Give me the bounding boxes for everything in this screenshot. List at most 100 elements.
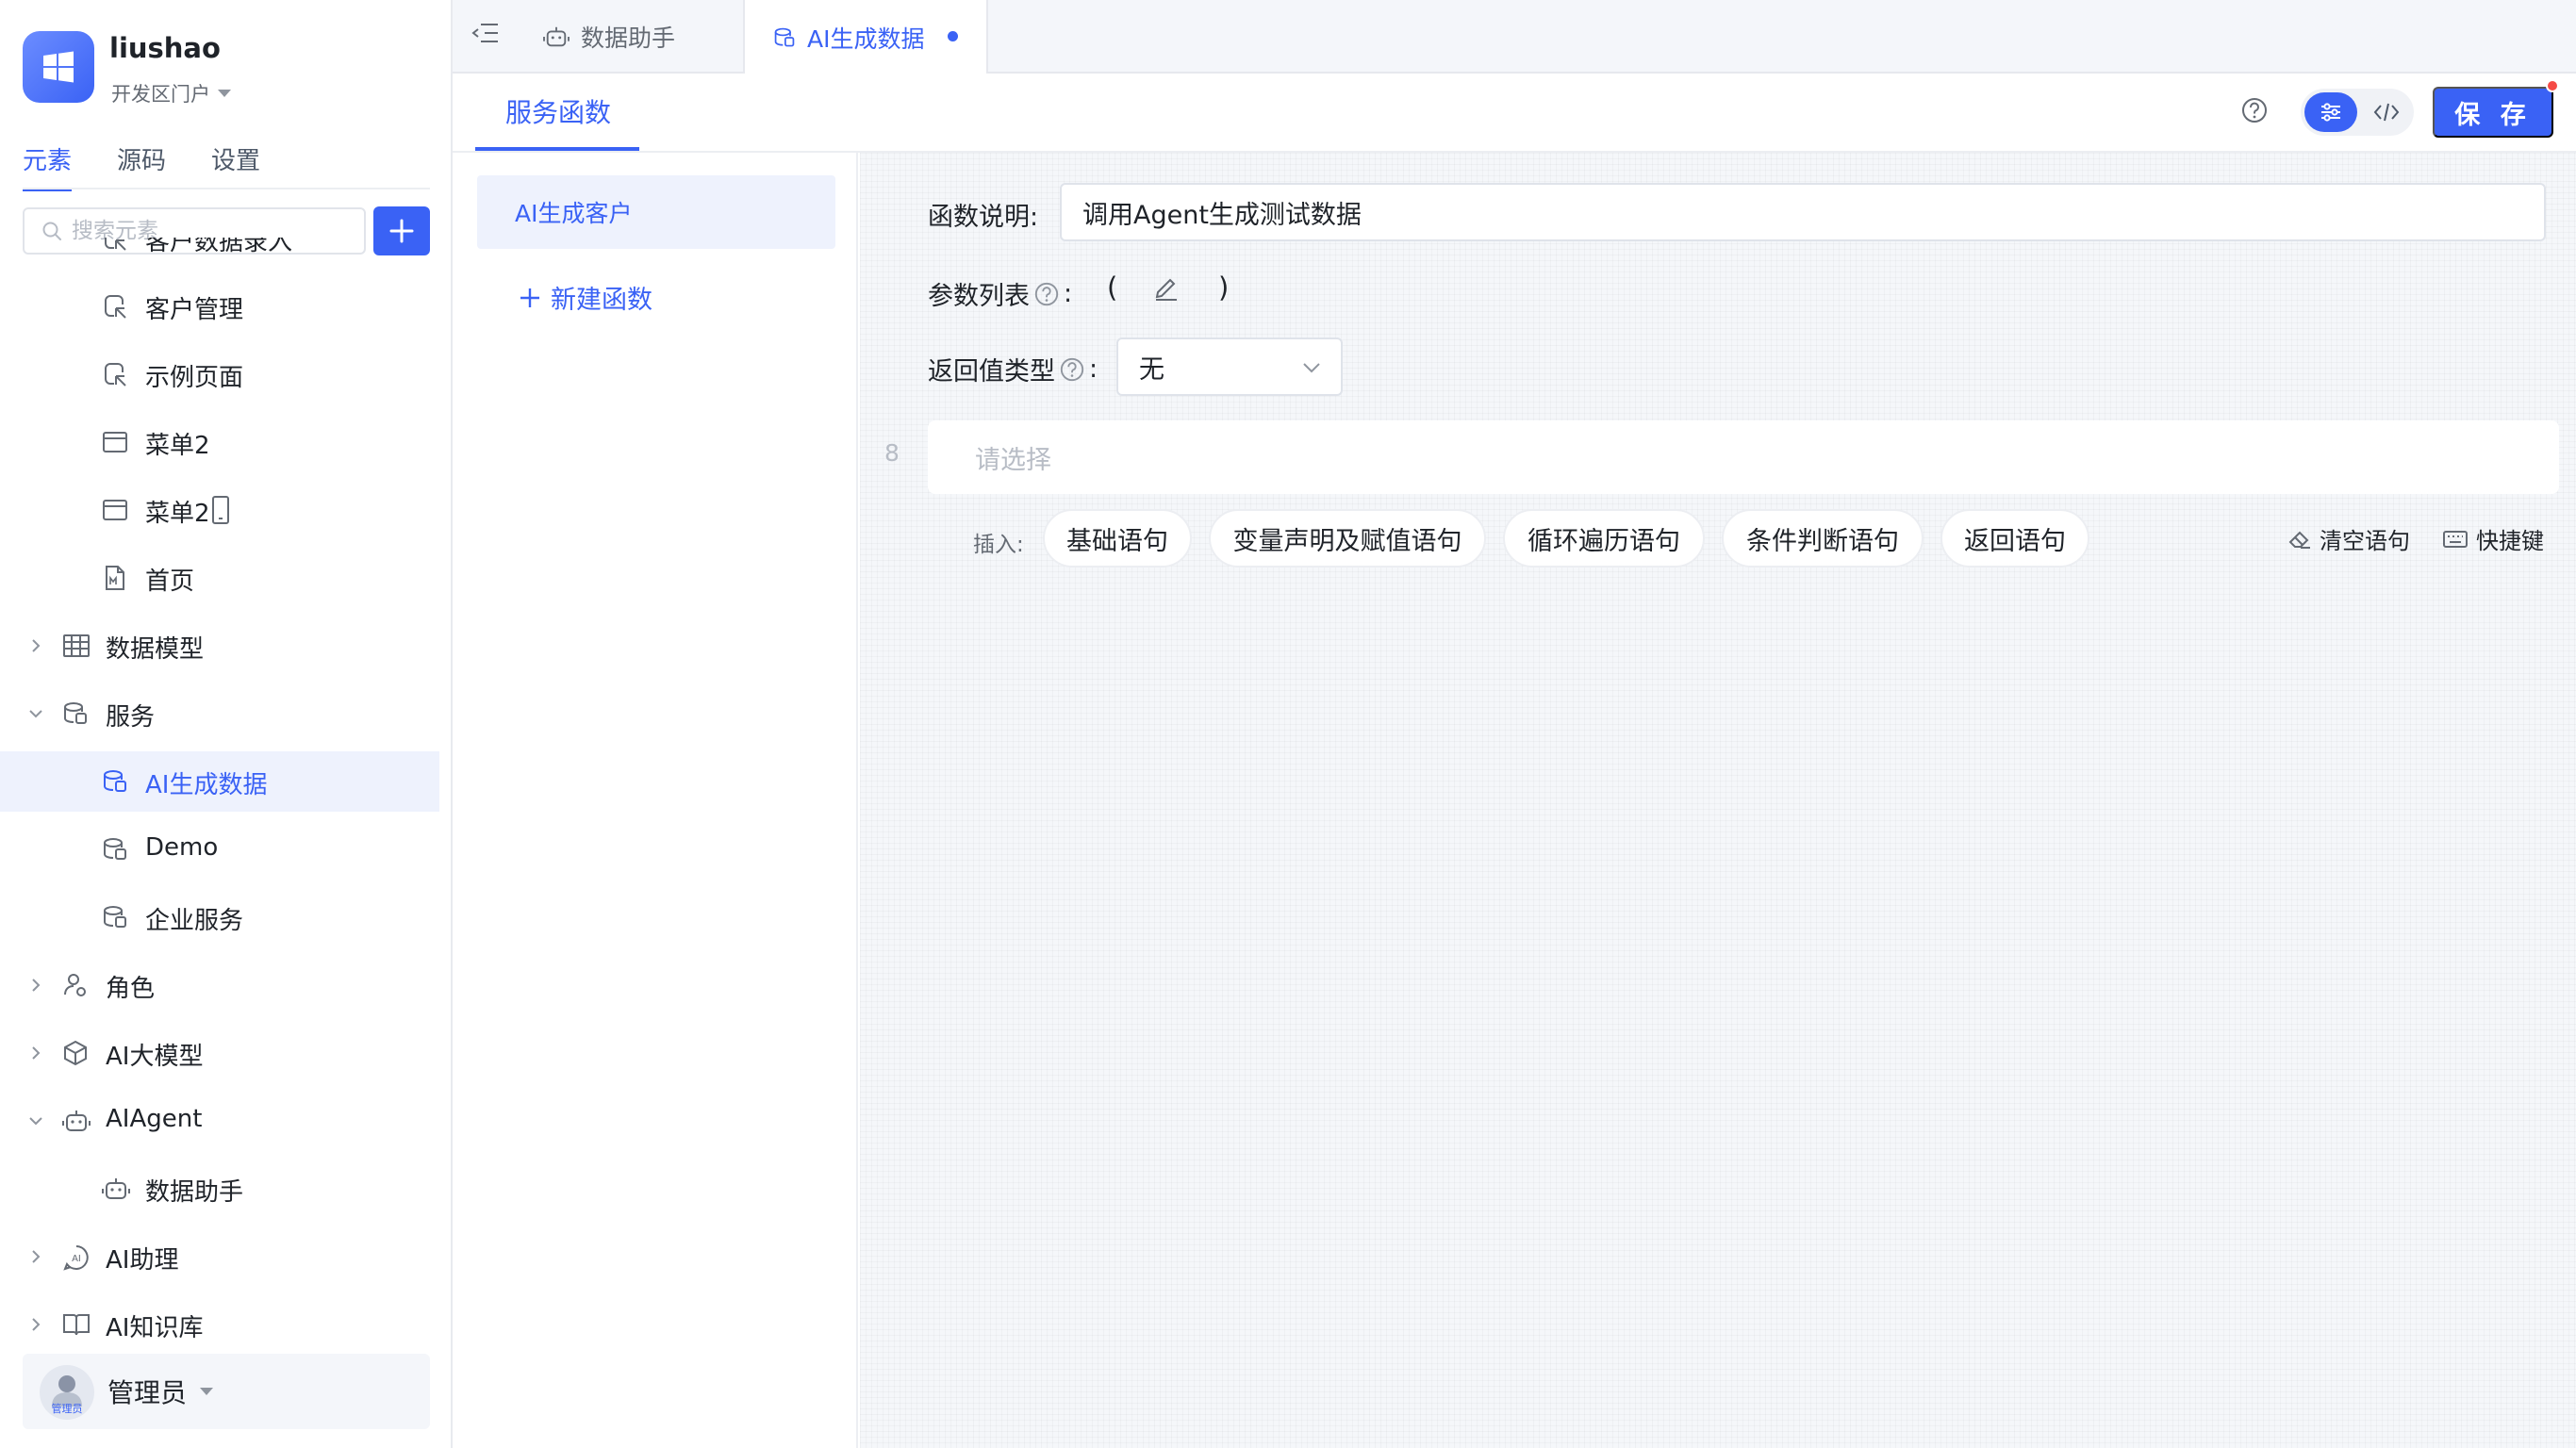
help-icon[interactable] — [2240, 96, 2269, 124]
app-name: liushao — [109, 32, 221, 64]
cube-icon — [64, 1040, 87, 1066]
tree-item-label: 数据模型 — [106, 635, 205, 664]
save-button[interactable]: 保 存 — [2433, 87, 2553, 138]
ai-assistant-icon: AI — [63, 1245, 89, 1271]
chevron-right-icon[interactable] — [26, 1044, 45, 1062]
tree-item-label: 企业服务 — [145, 907, 244, 935]
insert-loop-statement-button[interactable]: 循环遍历语句 — [1503, 509, 1705, 568]
tree-item[interactable]: 菜单2 — [0, 480, 439, 540]
tab-label: AI生成数据 — [807, 25, 925, 53]
caret-down-icon — [218, 90, 231, 97]
visual-mode-button[interactable] — [2304, 92, 2357, 132]
tab-data-assistant[interactable]: 数据助手 — [543, 0, 675, 74]
function-item-ai-generate-customer[interactable]: AI生成客户 — [477, 175, 835, 249]
edit-icon[interactable] — [1152, 273, 1181, 302]
robot-icon — [62, 1111, 91, 1131]
tree-item[interactable]: 角色 — [0, 955, 439, 1015]
tree-item[interactable]: AI AI助理 — [0, 1226, 439, 1287]
chevron-down-icon[interactable] — [26, 704, 45, 723]
robot-icon — [543, 26, 570, 47]
tree-item[interactable]: 示例页面 — [0, 344, 439, 404]
sliders-icon — [2321, 103, 2340, 122]
tree-item[interactable]: 首页 — [0, 548, 439, 608]
tab-ai-generate-data[interactable]: AI生成数据 — [743, 0, 988, 75]
markdown-file-icon — [106, 566, 124, 590]
statement-placeholder: 请选择 — [975, 445, 1051, 475]
collapse-sidebar-icon[interactable] — [471, 21, 500, 45]
tree-item[interactable]: 服务 — [0, 683, 439, 744]
svg-text:AI: AI — [72, 1254, 81, 1264]
robot-icon — [102, 1178, 130, 1199]
insert-condition-statement-button[interactable]: 条件判断语句 — [1722, 509, 1924, 568]
tree-item-label: 服务 — [106, 703, 156, 732]
tree-item[interactable]: 客户数据录入 — [0, 238, 439, 269]
editor-header: 服务函数 保 存 — [453, 74, 2576, 153]
workspace-switcher[interactable]: 开发区门户 — [111, 79, 231, 107]
line-number: 8 — [884, 439, 900, 467]
windows-icon — [43, 51, 74, 83]
tree-item[interactable]: AIAgent — [0, 1091, 439, 1151]
view-mode-toggle — [2301, 89, 2414, 136]
tree-item-label: AI大模型 — [106, 1043, 204, 1071]
chevron-right-icon[interactable] — [26, 976, 45, 995]
database-icon — [104, 770, 126, 792]
params-label-group: 参数列表 : — [928, 275, 1072, 312]
tree-item[interactable]: 数据助手 — [0, 1159, 439, 1219]
chevron-right-icon[interactable] — [26, 1315, 45, 1334]
tree-item[interactable]: Demo — [0, 819, 439, 880]
shortcuts-button[interactable]: 快捷键 — [2442, 522, 2544, 555]
chevron-right-icon[interactable] — [26, 1247, 45, 1266]
description-label: 函数说明: — [928, 203, 1039, 232]
tree-item-label: 角色 — [106, 975, 156, 1003]
tree-item-label: 客户管理 — [145, 296, 244, 324]
user-menu[interactable]: 管理员 管理员 — [23, 1354, 430, 1429]
database-icon — [104, 906, 126, 928]
app-logo — [23, 31, 94, 103]
clear-statements-button[interactable]: 清空语句 — [2287, 522, 2410, 555]
tab-elements[interactable]: 元素 — [23, 141, 73, 191]
help-icon[interactable] — [1059, 356, 1085, 383]
clear-label: 清空语句 — [2320, 528, 2410, 554]
insert-return-statement-button[interactable]: 返回语句 — [1940, 509, 2089, 568]
tree-item-selected[interactable]: AI生成数据 — [0, 751, 439, 812]
code-icon — [2373, 103, 2400, 122]
params-colon: : — [1064, 279, 1073, 308]
tabs-divider — [23, 188, 430, 189]
tree-item-label: AIAgent — [106, 1105, 203, 1133]
return-type-select[interactable]: 无 — [1116, 337, 1343, 396]
tree-item[interactable]: 企业服务 — [0, 887, 439, 947]
tree-item[interactable]: 数据模型 — [0, 616, 439, 676]
caret-down-icon — [200, 1388, 213, 1395]
insert-variable-statement-button[interactable]: 变量声明及赋值语句 — [1209, 509, 1486, 568]
document-tab-bar: 数据助手 AI生成数据 — [453, 0, 2576, 75]
new-function-button[interactable]: 新建函数 — [519, 279, 652, 316]
database-icon — [104, 838, 126, 860]
tab-settings[interactable]: 设置 — [211, 141, 260, 186]
chevron-down-icon[interactable] — [26, 1111, 45, 1130]
eraser-icon — [2288, 531, 2310, 549]
insert-basic-statement-button[interactable]: 基础语句 — [1043, 509, 1192, 568]
unsaved-badge — [2546, 79, 2559, 92]
chevron-right-icon[interactable] — [26, 636, 45, 655]
function-list-panel: AI生成客户 新建函数 — [453, 153, 858, 1448]
tab-service-functions[interactable]: 服务函数 — [505, 92, 611, 130]
active-tab-indicator — [475, 147, 639, 151]
user-name: 管理员 — [107, 1377, 188, 1408]
tree-item-label: AI生成数据 — [145, 771, 268, 799]
tree-item-label: Demo — [145, 833, 219, 862]
description-input[interactable] — [1060, 183, 2546, 241]
tab-source[interactable]: 源码 — [117, 141, 166, 186]
code-mode-button[interactable] — [2363, 92, 2410, 132]
workspace-name: 开发区门户 — [111, 83, 210, 106]
shortcut-label: 快捷键 — [2476, 528, 2544, 554]
tree-item[interactable]: AI大模型 — [0, 1023, 439, 1083]
return-type-label: 返回值类型 — [928, 357, 1055, 387]
book-icon — [63, 1314, 90, 1336]
tree-item[interactable]: AI知识库 — [0, 1294, 439, 1348]
tree-item[interactable]: 菜单2 — [0, 412, 439, 472]
paren-open: ( — [1107, 272, 1118, 304]
help-icon[interactable] — [1033, 281, 1060, 307]
statement-select[interactable]: 请选择 — [928, 420, 2559, 494]
database-icon — [774, 27, 795, 47]
tree-item[interactable]: 客户管理 — [0, 276, 439, 337]
